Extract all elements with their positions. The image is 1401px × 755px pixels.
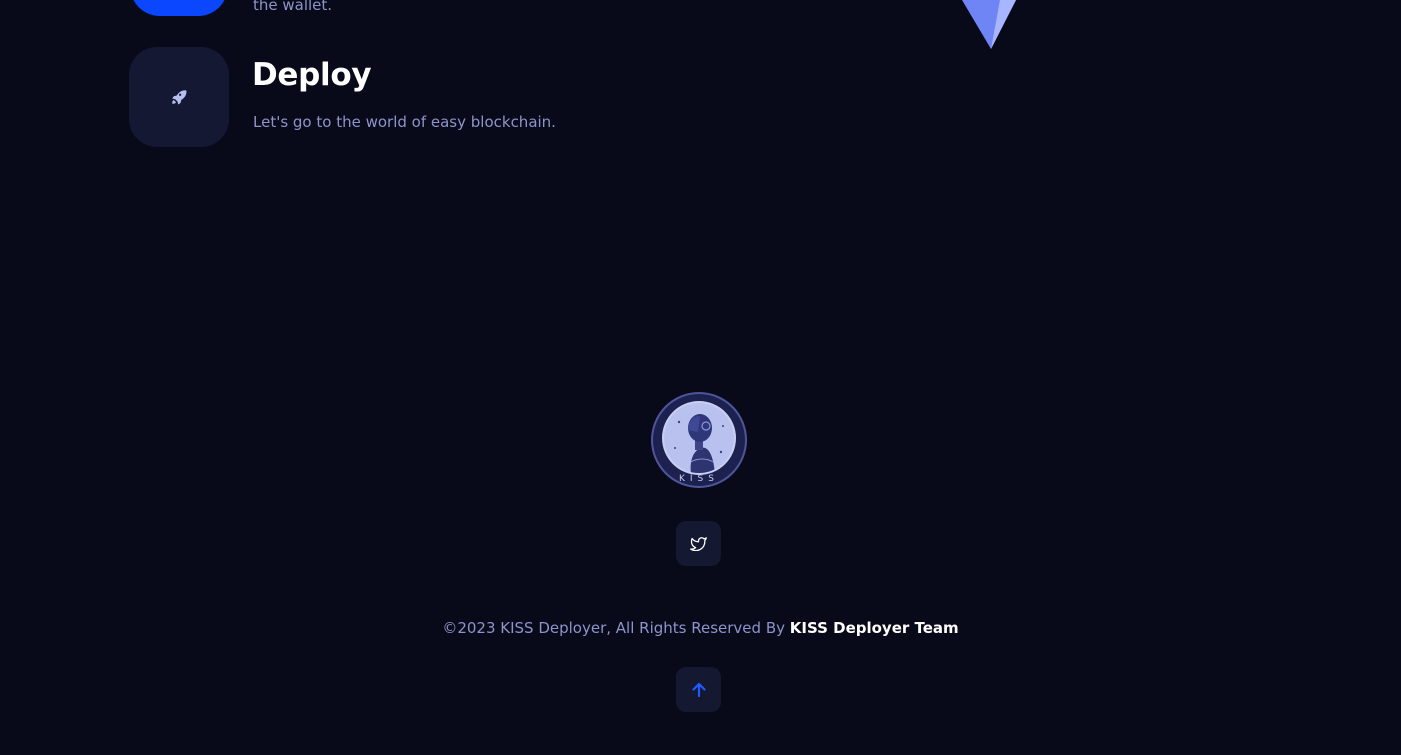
copyright-prefix: ©2023 KISS Deployer, All Rights Reserved… — [442, 619, 790, 637]
copyright-owner-link[interactable]: KISS Deployer Team — [790, 619, 959, 637]
deploy-step-title: Deploy — [252, 57, 372, 93]
decorative-shape-icon — [962, 0, 1016, 49]
twitter-button[interactable] — [676, 521, 721, 566]
back-to-top-button[interactable] — [676, 667, 721, 712]
deploy-step-icon-box — [129, 47, 229, 147]
copyright-text: ©2023 KISS Deployer, All Rights Reserved… — [0, 619, 1401, 637]
rocket-icon — [172, 90, 187, 105]
page: the wallet. Deploy Let's go to the world… — [0, 0, 1401, 755]
arrow-up-icon — [691, 682, 706, 697]
deploy-step-description: Let's go to the world of easy blockchain… — [253, 113, 556, 131]
wallet-step-description: the wallet. — [253, 0, 333, 14]
wallet-step-icon-box — [130, 0, 228, 16]
twitter-icon — [690, 537, 707, 551]
logo-text: KISS — [679, 474, 719, 484]
kiss-logo[interactable]: KISS — [651, 392, 747, 488]
